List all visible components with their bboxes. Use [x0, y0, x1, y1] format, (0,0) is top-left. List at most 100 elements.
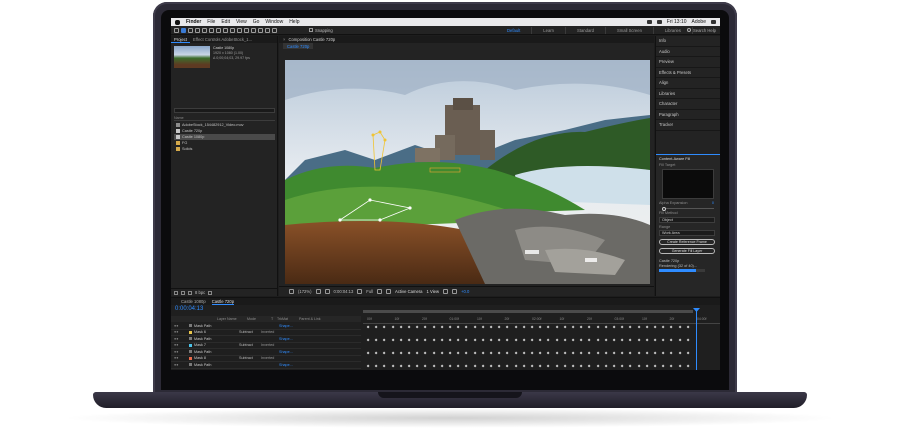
keyframe[interactable] [596, 325, 600, 329]
project-item[interactable]: Solids [174, 146, 275, 152]
layer-name[interactable]: Mask Path [194, 350, 239, 354]
keyframe[interactable] [579, 325, 583, 329]
keyframe[interactable] [596, 351, 600, 355]
keyframe[interactable] [669, 364, 674, 368]
keyframe[interactable] [497, 351, 501, 355]
keyframe[interactable] [448, 351, 452, 355]
keyframe[interactable] [538, 351, 542, 355]
keyframe[interactable] [505, 351, 510, 355]
layer-link[interactable]: Shape... [279, 324, 297, 328]
keyframe[interactable] [678, 325, 682, 329]
eye-icon[interactable]: ●● [171, 356, 189, 360]
keyframe[interactable] [653, 338, 657, 342]
keyframe[interactable] [555, 338, 559, 342]
keyframe[interactable] [505, 325, 510, 329]
keyframe[interactable] [555, 351, 559, 355]
keyframe[interactable] [628, 351, 633, 355]
keyframe[interactable] [374, 364, 378, 368]
eye-icon[interactable]: ●● [171, 324, 189, 328]
keyframe[interactable] [628, 364, 633, 368]
keyframe[interactable] [620, 325, 624, 329]
panel-audio[interactable]: Audio [656, 47, 720, 57]
keyframe[interactable] [374, 351, 378, 355]
keyframe[interactable] [415, 325, 419, 329]
label-color-swatch[interactable] [189, 363, 192, 367]
layer-name[interactable]: Mask 8 [194, 356, 239, 360]
keyframe[interactable] [645, 351, 649, 355]
keyframe[interactable] [423, 351, 428, 355]
trash-icon[interactable] [208, 290, 213, 295]
keyframe[interactable] [538, 325, 542, 329]
keyframe[interactable] [399, 351, 403, 355]
keyframe[interactable] [440, 351, 444, 355]
keyframe[interactable] [661, 364, 665, 368]
eye-icon[interactable]: ●● [171, 343, 189, 347]
keyframe[interactable] [546, 351, 551, 355]
keyframe[interactable] [587, 351, 592, 355]
brush-tool-icon[interactable] [244, 27, 249, 33]
menu-finder[interactable]: Finder [186, 19, 201, 25]
keyframe[interactable] [514, 338, 518, 342]
keyframe[interactable] [407, 325, 411, 329]
keyframe[interactable] [669, 338, 674, 342]
home-icon[interactable] [174, 27, 179, 33]
layer-mode[interactable]: Subtract [239, 356, 261, 360]
workspace-small-screen[interactable]: Small Screen [606, 27, 654, 34]
keyframe[interactable] [678, 338, 682, 342]
label-color-swatch[interactable] [189, 350, 192, 354]
slider-handle[interactable] [662, 206, 666, 211]
alpha-expansion-value[interactable]: 0 [712, 201, 714, 205]
keyframe[interactable] [448, 364, 452, 368]
project-search-input[interactable] [174, 108, 275, 113]
keyframe[interactable] [514, 325, 518, 329]
roto-brush-tool-icon[interactable] [265, 27, 270, 33]
keyframe[interactable] [374, 325, 378, 329]
keyframe[interactable] [440, 338, 444, 342]
keyframe[interactable] [464, 338, 469, 342]
menu-edit[interactable]: Edit [221, 19, 230, 25]
keyframe[interactable] [538, 364, 542, 368]
menu-go[interactable]: Go [253, 19, 260, 25]
panel-character[interactable]: Character [656, 99, 720, 110]
keyframe[interactable] [505, 338, 510, 342]
keyframe[interactable] [464, 351, 469, 355]
create-reference-frame-button[interactable]: Create Reference Frame [659, 239, 715, 245]
keyframe[interactable] [604, 325, 608, 329]
keyframe[interactable] [440, 325, 444, 329]
keyframe[interactable] [563, 338, 567, 342]
keyframe[interactable] [481, 338, 485, 342]
keyframe[interactable] [587, 364, 592, 368]
timeline-icon[interactable] [452, 289, 458, 294]
panel-info[interactable]: Info [656, 36, 720, 47]
keyframe[interactable] [612, 364, 616, 368]
keyframe[interactable] [374, 338, 378, 342]
layer-mode[interactable]: Subtract [239, 330, 261, 334]
transparency-grid-icon[interactable] [386, 289, 392, 294]
keyframe[interactable] [497, 364, 501, 368]
panel-tracker[interactable]: Tracker [656, 120, 720, 131]
workspace-learn[interactable]: Learn [532, 27, 566, 34]
keyframe[interactable] [587, 325, 592, 329]
keyframe[interactable] [661, 351, 665, 355]
keyframe[interactable] [407, 338, 411, 342]
keyframe[interactable] [546, 364, 551, 368]
range-dropdown[interactable]: Work Area [659, 230, 715, 236]
keyframe[interactable] [612, 351, 616, 355]
keyframe[interactable] [637, 351, 641, 355]
keyframe[interactable] [481, 351, 485, 355]
keyframe[interactable] [399, 364, 403, 368]
keyframe[interactable] [620, 338, 624, 342]
keyframe[interactable] [366, 325, 370, 329]
label-color-swatch[interactable] [189, 356, 192, 360]
camera-tool-icon[interactable] [209, 27, 214, 33]
keyframe[interactable] [620, 364, 624, 368]
keyframe[interactable] [448, 338, 452, 342]
keyframe[interactable] [579, 351, 583, 355]
keyframe[interactable] [522, 325, 526, 329]
keyframe[interactable] [366, 364, 370, 368]
type-tool-icon[interactable] [237, 27, 242, 33]
layer-name[interactable]: Mask Path [194, 337, 239, 341]
keyframe[interactable] [522, 364, 526, 368]
eye-icon[interactable]: ●● [171, 350, 189, 354]
keyframe[interactable] [366, 351, 370, 355]
